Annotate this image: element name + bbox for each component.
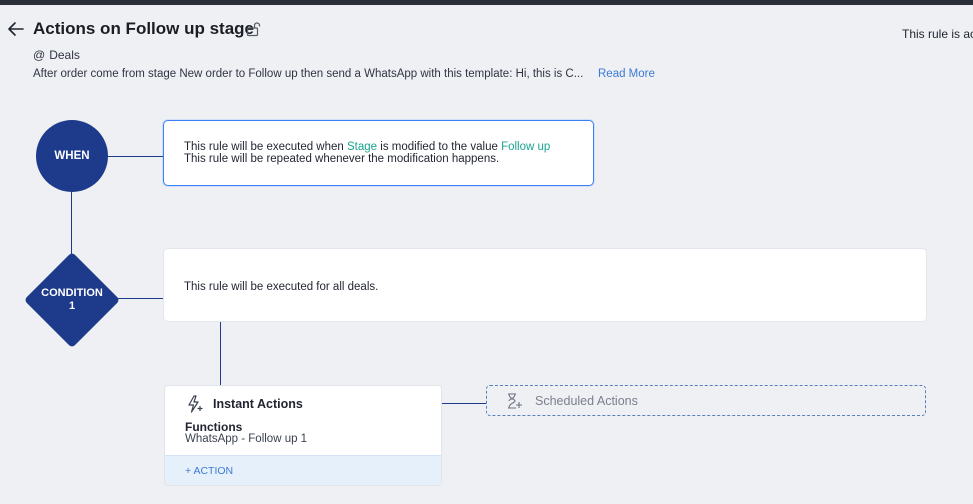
when-value: Follow up [501, 141, 551, 153]
scheduled-actions-box[interactable]: Scheduled Actions [486, 385, 926, 416]
instant-actions-card[interactable]: Instant Actions Functions WhatsApp - Fol… [164, 385, 442, 486]
unlock-icon[interactable] [246, 21, 262, 37]
connector-instant-scheduled [442, 403, 486, 404]
rule-status-text: This rule is active [902, 27, 973, 41]
when-card[interactable]: This rule will be executed when Stage is… [163, 120, 594, 186]
back-arrow-icon[interactable] [7, 18, 25, 40]
top-bar [0, 0, 973, 5]
functions-label: Functions [185, 420, 243, 434]
hourglass-icon [508, 392, 522, 409]
when-middle: is modified to the value [377, 141, 502, 153]
condition-label-wrap: CONDITION 1 [24, 252, 120, 348]
when-label: WHEN [54, 150, 90, 162]
module-prefix: @ [33, 48, 46, 62]
rule-description: After order come from stage New order to… [33, 68, 584, 80]
when-line-2: This rule will be repeated whenever the … [184, 153, 500, 165]
connector-condition-card [118, 298, 163, 299]
when-prefix: This rule will be executed when [184, 141, 347, 153]
condition-card[interactable]: This rule will be executed for all deals… [163, 248, 927, 322]
function-item[interactable]: WhatsApp - Follow up 1 [185, 433, 307, 445]
add-action-button[interactable]: + ACTION [165, 455, 441, 485]
when-line-1: This rule will be executed when Stage is… [184, 141, 573, 153]
connector-when-condition [71, 192, 72, 254]
condition-text: This rule will be executed for all deals… [184, 281, 379, 293]
condition-number: 1 [68, 300, 76, 312]
instant-actions-header: Instant Actions [185, 394, 303, 414]
page-title: Actions on Follow up stage [33, 19, 254, 38]
condition-label: CONDITION [41, 287, 103, 299]
connector-condition-instant [220, 322, 221, 385]
condition-node[interactable]: CONDITION 1 [23, 251, 121, 349]
when-field: Stage [347, 141, 378, 153]
module-row: @ Deals [33, 48, 80, 62]
connector-when-card [108, 156, 163, 157]
scheduled-actions-label: Scheduled Actions [535, 393, 638, 408]
when-node[interactable]: WHEN [36, 120, 108, 192]
module-name: Deals [49, 48, 80, 62]
lightning-icon [188, 395, 203, 413]
instant-actions-title: Instant Actions [213, 397, 303, 411]
read-more-link[interactable]: Read More [598, 68, 655, 80]
